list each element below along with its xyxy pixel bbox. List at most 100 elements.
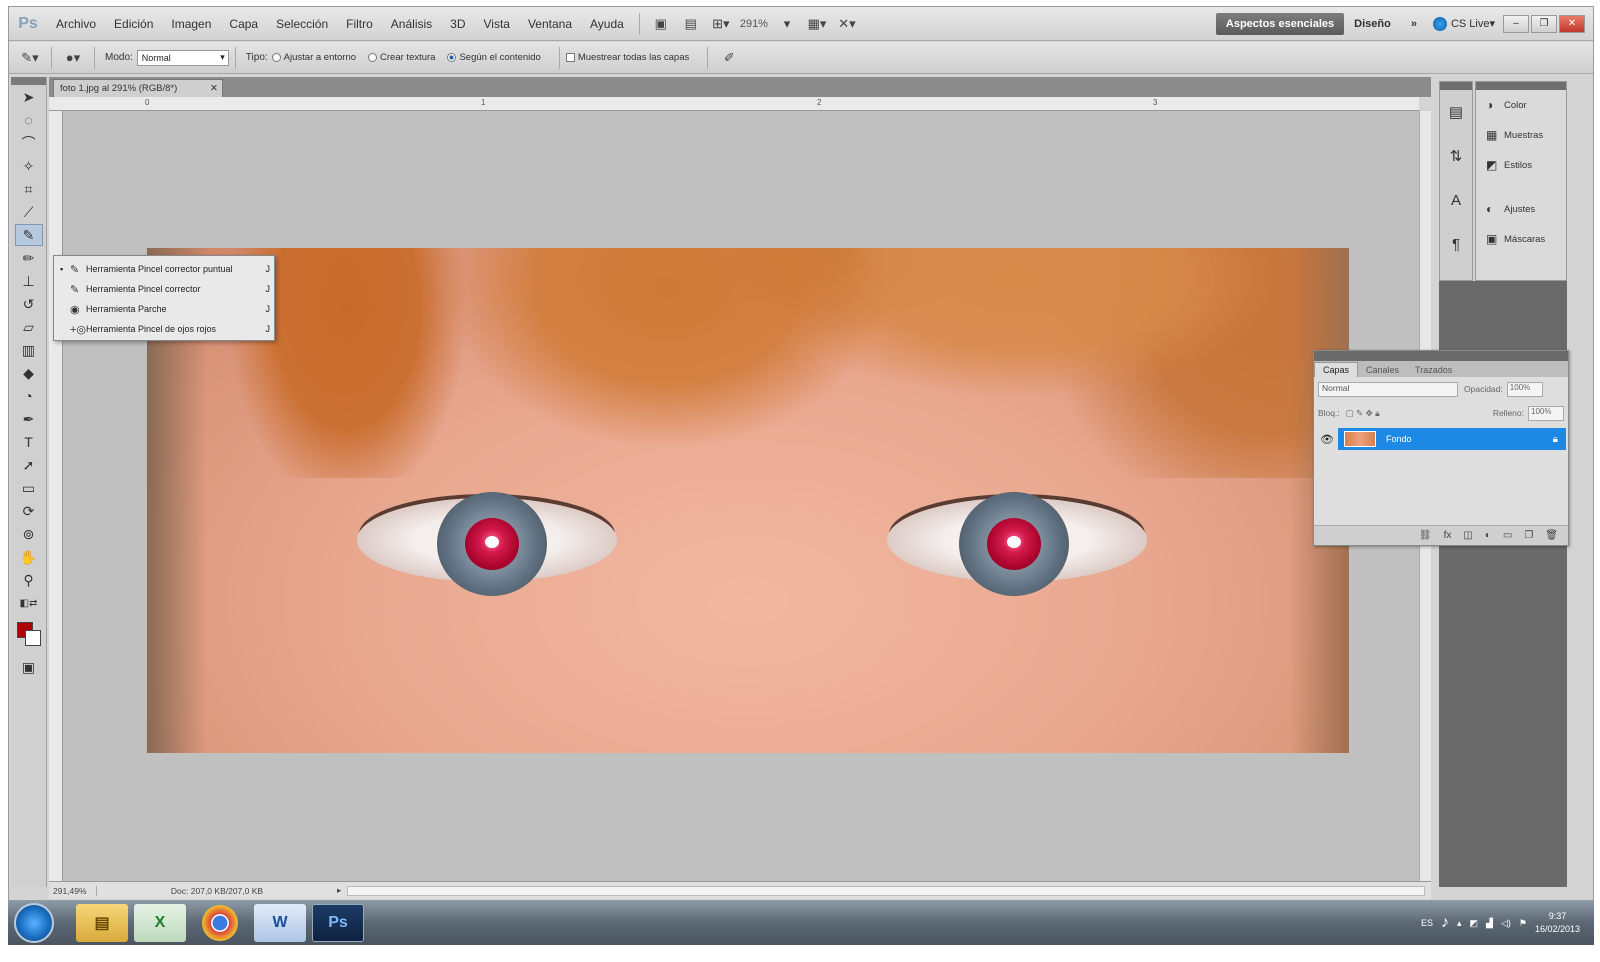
explorer-taskbar-icon[interactable]: ▤ <box>76 904 128 942</box>
lock-icons[interactable]: ▢ ✎ ✥ 🔒︎ <box>1346 408 1380 419</box>
layer-selected[interactable]: Fondo 🔒︎ <box>1338 428 1566 450</box>
visibility-eye-icon[interactable]: 👁︎ <box>1316 433 1338 446</box>
show-hidden-icons[interactable]: ▴ <box>1457 918 1462 929</box>
menu-3d[interactable]: 3D <box>441 17 474 31</box>
bluetooth-icon[interactable]: ♪ <box>1441 914 1449 932</box>
link-layers-icon[interactable]: ⛓ <box>1419 530 1432 541</box>
opacity-input[interactable]: 100% <box>1506 381 1543 397</box>
menu-analisis[interactable]: Análisis <box>382 17 441 31</box>
marquee-tool-icon[interactable]: ◌ <box>15 109 43 131</box>
menu-imagen[interactable]: Imagen <box>162 17 220 31</box>
path-selection-tool-icon[interactable]: ➚ <box>15 454 43 476</box>
3d-orbit-tool-icon[interactable]: ⊚ <box>15 523 43 545</box>
eyedropper-tool-icon[interactable]: ⟋ <box>15 201 43 223</box>
dock-masks[interactable]: ▣ Máscaras <box>1476 224 1566 254</box>
ruler-horizontal[interactable]: 0 1 2 3 <box>49 97 1419 111</box>
tab-layers[interactable]: Capas <box>1314 362 1359 377</box>
status-menu-arrow-icon[interactable]: ▸ <box>337 885 341 896</box>
dock-adjustments[interactable]: ◐ Ajustes <box>1476 194 1566 224</box>
flyout-item-healing-brush[interactable]: ✎ Herramienta Pincel corrector J <box>54 279 274 299</box>
history-brush-tool-icon[interactable]: ↺ <box>15 293 43 315</box>
tools-panel-header[interactable] <box>11 77 46 85</box>
blur-tool-icon[interactable]: ◆ <box>15 362 43 384</box>
language-indicator[interactable]: ES <box>1421 918 1433 928</box>
layer-style-icon[interactable]: fx <box>1444 530 1452 541</box>
new-group-icon[interactable]: ▭ <box>1503 530 1512 541</box>
screen-mode-icon[interactable]: ✕▾ <box>835 13 859 35</box>
pressure-size-icon[interactable]: ✐ <box>717 47 741 69</box>
spot-healing-brush-tool-icon[interactable]: ✎ <box>14 224 43 246</box>
workspace-more[interactable]: » <box>1401 18 1427 30</box>
brush-picker[interactable]: ●▾ <box>61 47 85 69</box>
clock[interactable]: 9:37 16/02/2013 <box>1535 910 1580 936</box>
close-tab-icon[interactable]: ✕ <box>210 83 218 94</box>
pen-tool-icon[interactable]: ✒ <box>15 408 43 430</box>
flyout-item-red-eye[interactable]: +◎ Herramienta Pincel de ojos rojos J <box>54 319 274 339</box>
workspace-essentials[interactable]: Aspectos esenciales <box>1215 12 1345 35</box>
volume-icon[interactable]: ◁) <box>1501 918 1511 929</box>
histogram-icon[interactable]: ▤ <box>1440 90 1472 134</box>
close-button[interactable]: ✕ <box>1559 14 1585 33</box>
dock-header[interactable] <box>1440 82 1472 90</box>
history-icon[interactable]: ⇅ <box>1440 134 1472 178</box>
add-mask-icon[interactable]: ◫ <box>1463 530 1472 541</box>
workspace-design[interactable]: Diseño <box>1344 18 1401 30</box>
restore-button[interactable]: ❐ <box>1531 14 1557 33</box>
excel-taskbar-icon[interactable]: X <box>134 904 186 942</box>
paragraph-icon[interactable]: ¶ <box>1440 222 1472 266</box>
minimize-button[interactable]: – <box>1503 14 1529 33</box>
network-icon[interactable]: ▟ <box>1486 918 1493 929</box>
dock-styles[interactable]: ◩ Estilos <box>1476 150 1566 180</box>
menu-archivo[interactable]: Archivo <box>47 17 105 31</box>
menu-edicion[interactable]: Edición <box>105 17 162 31</box>
blend-mode-select[interactable]: Normal <box>1318 381 1458 397</box>
gradient-tool-icon[interactable]: ▥ <box>15 339 43 361</box>
menu-ayuda[interactable]: Ayuda <box>581 17 633 31</box>
adjustment-layer-icon[interactable]: ◐ <box>1485 530 1491 541</box>
menu-seleccion[interactable]: Selección <box>267 17 337 31</box>
default-colors-icon[interactable]: ◧⇄ <box>15 592 43 614</box>
move-tool-icon[interactable]: ➤ <box>15 86 43 108</box>
horizontal-scrollbar[interactable] <box>347 885 1425 896</box>
photoshop-taskbar-icon[interactable]: Ps <box>312 904 364 942</box>
crop-tool-icon[interactable]: ⌗ <box>15 178 43 200</box>
eraser-tool-icon[interactable]: ▱ <box>15 316 43 338</box>
chrome-taskbar-icon[interactable] <box>202 905 238 941</box>
shape-tool-icon[interactable]: ▭ <box>15 477 43 499</box>
document-tab[interactable]: foto 1.jpg al 291% (RGB/8*) ✕ <box>53 79 223 97</box>
radio-create-texture[interactable]: Crear textura <box>368 52 435 63</box>
brush-tool-icon[interactable]: ✏ <box>15 247 43 269</box>
quick-selection-tool-icon[interactable]: ✧ <box>15 155 43 177</box>
fill-input[interactable]: 100% <box>1528 405 1564 421</box>
new-layer-icon[interactable]: ❐ <box>1524 530 1533 541</box>
background-color-swatch[interactable] <box>25 630 41 646</box>
clone-stamp-tool-icon[interactable]: ⊥ <box>15 270 43 292</box>
ruler-vertical[interactable] <box>49 111 63 881</box>
view-extras-icon[interactable]: ⊞▾ <box>709 13 733 35</box>
dock-color[interactable]: ◑ Color <box>1476 90 1566 120</box>
dock-header[interactable] <box>1476 82 1566 90</box>
status-zoom[interactable]: 291,49% <box>49 885 97 896</box>
radio-content-aware[interactable]: Según el contenido <box>447 52 541 63</box>
tray-app-icon[interactable]: ◩ <box>1470 918 1479 929</box>
layers-panel-header[interactable] <box>1314 351 1568 361</box>
quick-mask-icon[interactable]: ▣ <box>15 656 43 678</box>
action-center-icon[interactable]: ⚑ <box>1519 918 1527 929</box>
zoom-dropdown-icon[interactable]: ▾ <box>775 13 799 35</box>
launch-mini-bridge-icon[interactable]: ▤ <box>679 13 703 35</box>
sample-all-layers-checkbox[interactable]: Muestrear todas las capas <box>565 52 689 63</box>
delete-layer-icon[interactable]: 🗑︎ <box>1545 530 1558 541</box>
tool-preset-picker[interactable]: ✎▾ <box>18 47 42 69</box>
dodge-tool-icon[interactable]: ◔ <box>15 385 43 407</box>
lasso-tool-icon[interactable]: ⌒ <box>15 132 43 154</box>
type-tool-icon[interactable]: T <box>15 431 43 453</box>
menu-ventana[interactable]: Ventana <box>519 17 581 31</box>
menu-filtro[interactable]: Filtro <box>337 17 382 31</box>
flyout-item-spot-healing[interactable]: ▪ ✎ Herramienta Pincel corrector puntual… <box>54 259 274 279</box>
menu-capa[interactable]: Capa <box>220 17 267 31</box>
zoom-level[interactable]: 291% <box>736 18 772 30</box>
layer-row-background[interactable]: 👁︎ Fondo 🔒︎ <box>1316 427 1566 451</box>
radio-proximity-match[interactable]: Ajustar a entorno <box>271 52 356 63</box>
launch-bridge-icon[interactable]: ▣ <box>649 13 673 35</box>
tab-channels[interactable]: Canales <box>1358 363 1407 377</box>
